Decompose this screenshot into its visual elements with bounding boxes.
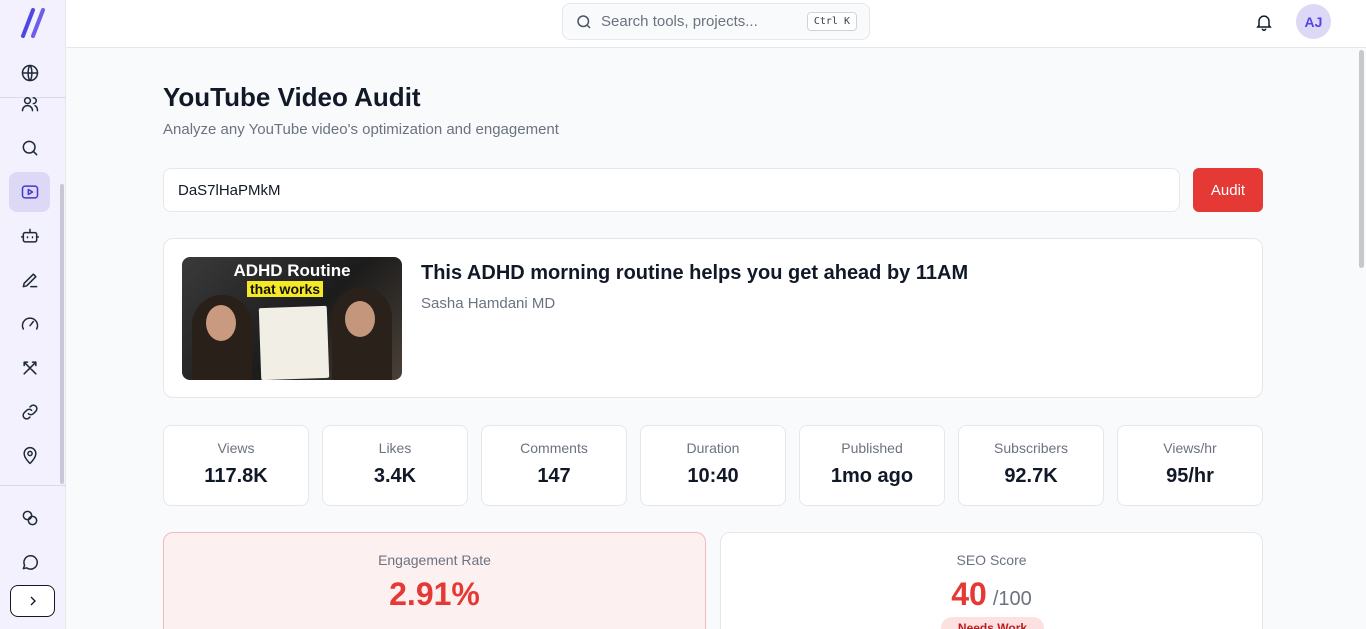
sidebar-item-search[interactable] bbox=[9, 128, 50, 168]
search-icon bbox=[22, 140, 37, 156]
audit-button[interactable]: Audit bbox=[1193, 168, 1263, 212]
seo-status-badge: Needs Work bbox=[941, 617, 1044, 629]
video-card: ADHD Routine that works This ADHD mornin… bbox=[163, 238, 1263, 398]
page-title: YouTube Video Audit bbox=[163, 82, 421, 112]
stat-likes: Likes 3.4K bbox=[322, 425, 468, 506]
sidebar-item-tools[interactable] bbox=[9, 348, 50, 388]
sidebar-item-speed[interactable] bbox=[9, 304, 50, 344]
stat-label: Published bbox=[841, 440, 903, 456]
user-avatar[interactable]: AJ bbox=[1296, 4, 1331, 39]
thumbnail-face bbox=[345, 301, 375, 337]
logo-icon[interactable] bbox=[17, 6, 47, 38]
thumbnail-face bbox=[206, 305, 236, 341]
coins-icon bbox=[22, 510, 37, 526]
stat-label: Subscribers bbox=[994, 440, 1068, 456]
swords-icon bbox=[22, 361, 37, 375]
stat-comments: Comments 147 bbox=[481, 425, 627, 506]
search-icon bbox=[577, 14, 591, 29]
chevron-right-icon bbox=[30, 596, 36, 606]
engagement-rate-value: 2.91% bbox=[389, 576, 480, 612]
gauge-icon bbox=[21, 317, 38, 330]
notifications-button[interactable] bbox=[1254, 12, 1274, 32]
chat-icon bbox=[22, 555, 38, 570]
stat-published: Published 1mo ago bbox=[799, 425, 945, 506]
thumbnail-paper bbox=[258, 305, 330, 380]
sidebar-item-links[interactable] bbox=[9, 392, 50, 432]
globe-icon bbox=[21, 64, 38, 82]
seo-score-row: 40 /100 bbox=[721, 576, 1262, 613]
sidebar-item-location[interactable] bbox=[9, 436, 50, 476]
top-bar: Search tools, projects... Ctrl K AJ bbox=[66, 0, 1366, 48]
engagement-rate-card: Engagement Rate 2.91% bbox=[163, 532, 706, 629]
global-search[interactable]: Search tools, projects... Ctrl K bbox=[562, 3, 870, 40]
sidebar-divider bbox=[0, 485, 66, 486]
main-scrollbar[interactable] bbox=[1359, 50, 1364, 268]
seo-score-card: SEO Score 40 /100 Needs Work bbox=[720, 532, 1263, 629]
sidebar-item-integrations[interactable] bbox=[9, 498, 50, 538]
video-id-input[interactable] bbox=[163, 168, 1180, 212]
search-placeholder: Search tools, projects... bbox=[601, 13, 758, 30]
stat-subscribers: Subscribers 92.7K bbox=[958, 425, 1104, 506]
sidebar-item-youtube[interactable] bbox=[9, 172, 50, 212]
sidebar-scrollbar[interactable] bbox=[60, 184, 64, 484]
users-icon bbox=[21, 97, 38, 112]
stat-views: Views 117.8K bbox=[163, 425, 309, 506]
thumbnail-highlight: that works bbox=[247, 281, 324, 297]
stat-label: Views/hr bbox=[1163, 440, 1217, 456]
bell-icon bbox=[1256, 15, 1272, 32]
stat-label: Views bbox=[217, 440, 255, 456]
stat-value: 10:40 bbox=[687, 465, 739, 487]
search-shortcut: Ctrl K bbox=[806, 12, 857, 31]
stat-label: Duration bbox=[686, 440, 740, 456]
stat-label: Likes bbox=[378, 440, 412, 456]
stat-value: 1mo ago bbox=[830, 465, 914, 487]
stat-value: 117.8K bbox=[204, 465, 268, 487]
sidebar-item-chat[interactable] bbox=[9, 542, 50, 582]
video-thumbnail[interactable]: ADHD Routine that works bbox=[182, 257, 402, 380]
page-subtitle: Analyze any YouTube video's optimization… bbox=[163, 121, 559, 138]
stat-value: 147 bbox=[537, 465, 571, 487]
video-channel: Sasha Hamdani MD bbox=[421, 295, 556, 312]
thumbnail-title: ADHD Routine bbox=[233, 261, 351, 280]
stat-value: 95/hr bbox=[1166, 465, 1214, 487]
sidebar bbox=[0, 0, 66, 629]
stat-value: 3.4K bbox=[373, 465, 417, 487]
bot-icon bbox=[20, 228, 39, 243]
stat-duration: Duration 10:40 bbox=[640, 425, 786, 506]
link-icon bbox=[21, 404, 38, 420]
video-icon bbox=[21, 185, 38, 199]
pen-icon bbox=[22, 273, 37, 288]
seo-score-value: 40 bbox=[951, 576, 987, 612]
sidebar-item-bot[interactable] bbox=[9, 216, 50, 256]
seo-score-label: SEO Score bbox=[956, 552, 1027, 568]
video-title: This ADHD morning routine helps you get … bbox=[421, 262, 969, 284]
stat-views-per-hour: Views/hr 95/hr bbox=[1117, 425, 1263, 506]
engagement-rate-label: Engagement Rate bbox=[378, 552, 491, 568]
map-pin-icon bbox=[22, 446, 37, 465]
seo-score-max: /100 bbox=[992, 588, 1032, 610]
expand-sidebar-button[interactable] bbox=[10, 585, 55, 617]
stat-label: Comments bbox=[520, 440, 588, 456]
sidebar-item-write[interactable] bbox=[9, 260, 50, 300]
sidebar-item-users[interactable] bbox=[9, 84, 50, 124]
stat-value: 92.7K bbox=[1004, 465, 1058, 487]
